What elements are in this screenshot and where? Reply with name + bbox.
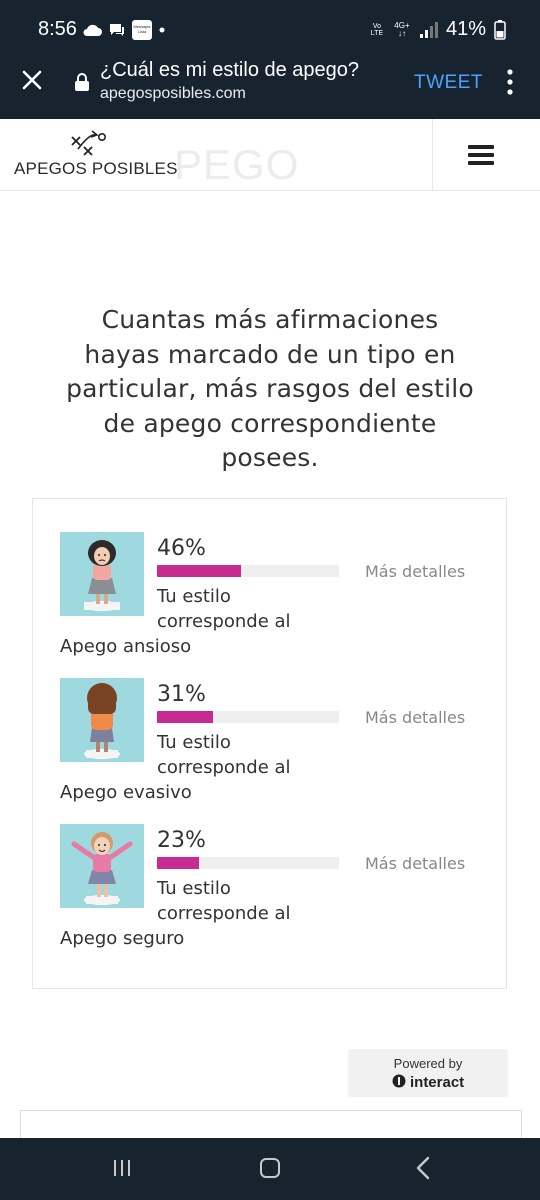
logo-mark-icon[interactable]	[70, 127, 110, 159]
cloud-icon	[83, 24, 102, 36]
details-link[interactable]: Más detalles	[365, 708, 465, 727]
logo-text[interactable]: APEGOS POSIBLES	[14, 159, 178, 179]
interact-logo-icon	[392, 1074, 406, 1088]
progress-fill	[157, 565, 241, 577]
result-percent: 31%	[157, 682, 206, 707]
details-link[interactable]: Más detalles	[365, 854, 465, 873]
status-right: Vo LTE 4G+ ↓↑ 41%	[370, 18, 506, 41]
secure-character-image	[60, 824, 144, 908]
dot-icon	[159, 27, 165, 33]
volte-icon: Vo LTE	[370, 23, 384, 37]
result-description: Tu estilo corresponde al	[157, 732, 291, 778]
next-section-frame	[20, 1110, 522, 1141]
more-options-icon[interactable]	[505, 68, 515, 96]
details-link[interactable]: Más detalles	[365, 562, 465, 581]
status-time: 8:56	[38, 18, 77, 40]
progress-fill	[157, 711, 214, 723]
result-style-name: Apego evasivo	[60, 782, 192, 803]
back-icon[interactable]	[414, 1156, 432, 1180]
browser-toolbar: ¿Cuál es mi estilo de apego? apegosposib…	[0, 59, 540, 119]
result-progress-bar	[157, 711, 339, 723]
page-url[interactable]: apegosposibles.com	[100, 85, 246, 103]
avoidant-character-image	[60, 678, 144, 762]
result-item: 31% Más detalles Tu estilo corresponde a…	[33, 678, 508, 818]
intro-text: Cuantas más afirmaciones hayas marcado d…	[66, 305, 474, 472]
result-percent: 46%	[157, 536, 206, 561]
tweet-button[interactable]: TWEET	[414, 72, 483, 94]
system-nav-bar	[0, 1138, 540, 1200]
powered-by-badge[interactable]: Powered by interact	[348, 1049, 508, 1097]
result-item: 23% Más detalles Tu estilo corresponde a…	[33, 824, 508, 964]
results-card: 46% Más detalles Tu estilo corresponde a…	[32, 498, 507, 989]
result-progress-bar	[157, 565, 339, 577]
lock-icon	[75, 73, 89, 91]
interact-logo-text: interact	[409, 1074, 465, 1091]
result-description: Tu estilo corresponde al	[157, 878, 291, 924]
header-ghost-text: PEGO	[174, 141, 300, 188]
result-progress-bar	[157, 857, 339, 869]
page-title: ¿Cuál es mi estilo de apego?	[100, 59, 360, 81]
signal-icon	[419, 21, 438, 38]
status-bar: 8:56 Mensajes Lista Vo LTE 4G+ ↓↑ 41%	[0, 0, 540, 60]
notification-icons: Mensajes Lista	[82, 20, 166, 40]
home-icon[interactable]	[260, 1158, 280, 1178]
interact-logo: interact	[348, 1073, 508, 1091]
volte-text: Vo LTE	[370, 22, 384, 37]
anxious-character-image	[60, 532, 144, 616]
result-description: Tu estilo corresponde al	[157, 586, 291, 632]
badge-text: Mensajes Lista	[133, 24, 151, 34]
network-icon: 4G+ ↓↑	[392, 21, 412, 38]
chat-icon	[110, 24, 124, 36]
result-style-name: Apego seguro	[60, 928, 185, 949]
header-divider	[432, 119, 433, 190]
close-icon[interactable]	[20, 68, 44, 92]
progress-fill	[157, 857, 199, 869]
battery-icon	[494, 19, 506, 40]
result-percent: 23%	[157, 828, 206, 853]
result-style-name: Apego ansioso	[60, 636, 192, 657]
notification-badge-icon: Mensajes Lista	[132, 20, 152, 40]
result-item: 46% Más detalles Tu estilo corresponde a…	[33, 532, 508, 672]
arrows-icon: ↓↑	[397, 28, 406, 38]
battery-percent: 41%	[445, 18, 486, 40]
menu-icon[interactable]	[468, 145, 494, 165]
powered-by-label: Powered by	[393, 1056, 463, 1071]
site-header: APEGOS POSIBLES PEGO	[0, 119, 540, 191]
recent-apps-icon[interactable]	[112, 1158, 132, 1178]
